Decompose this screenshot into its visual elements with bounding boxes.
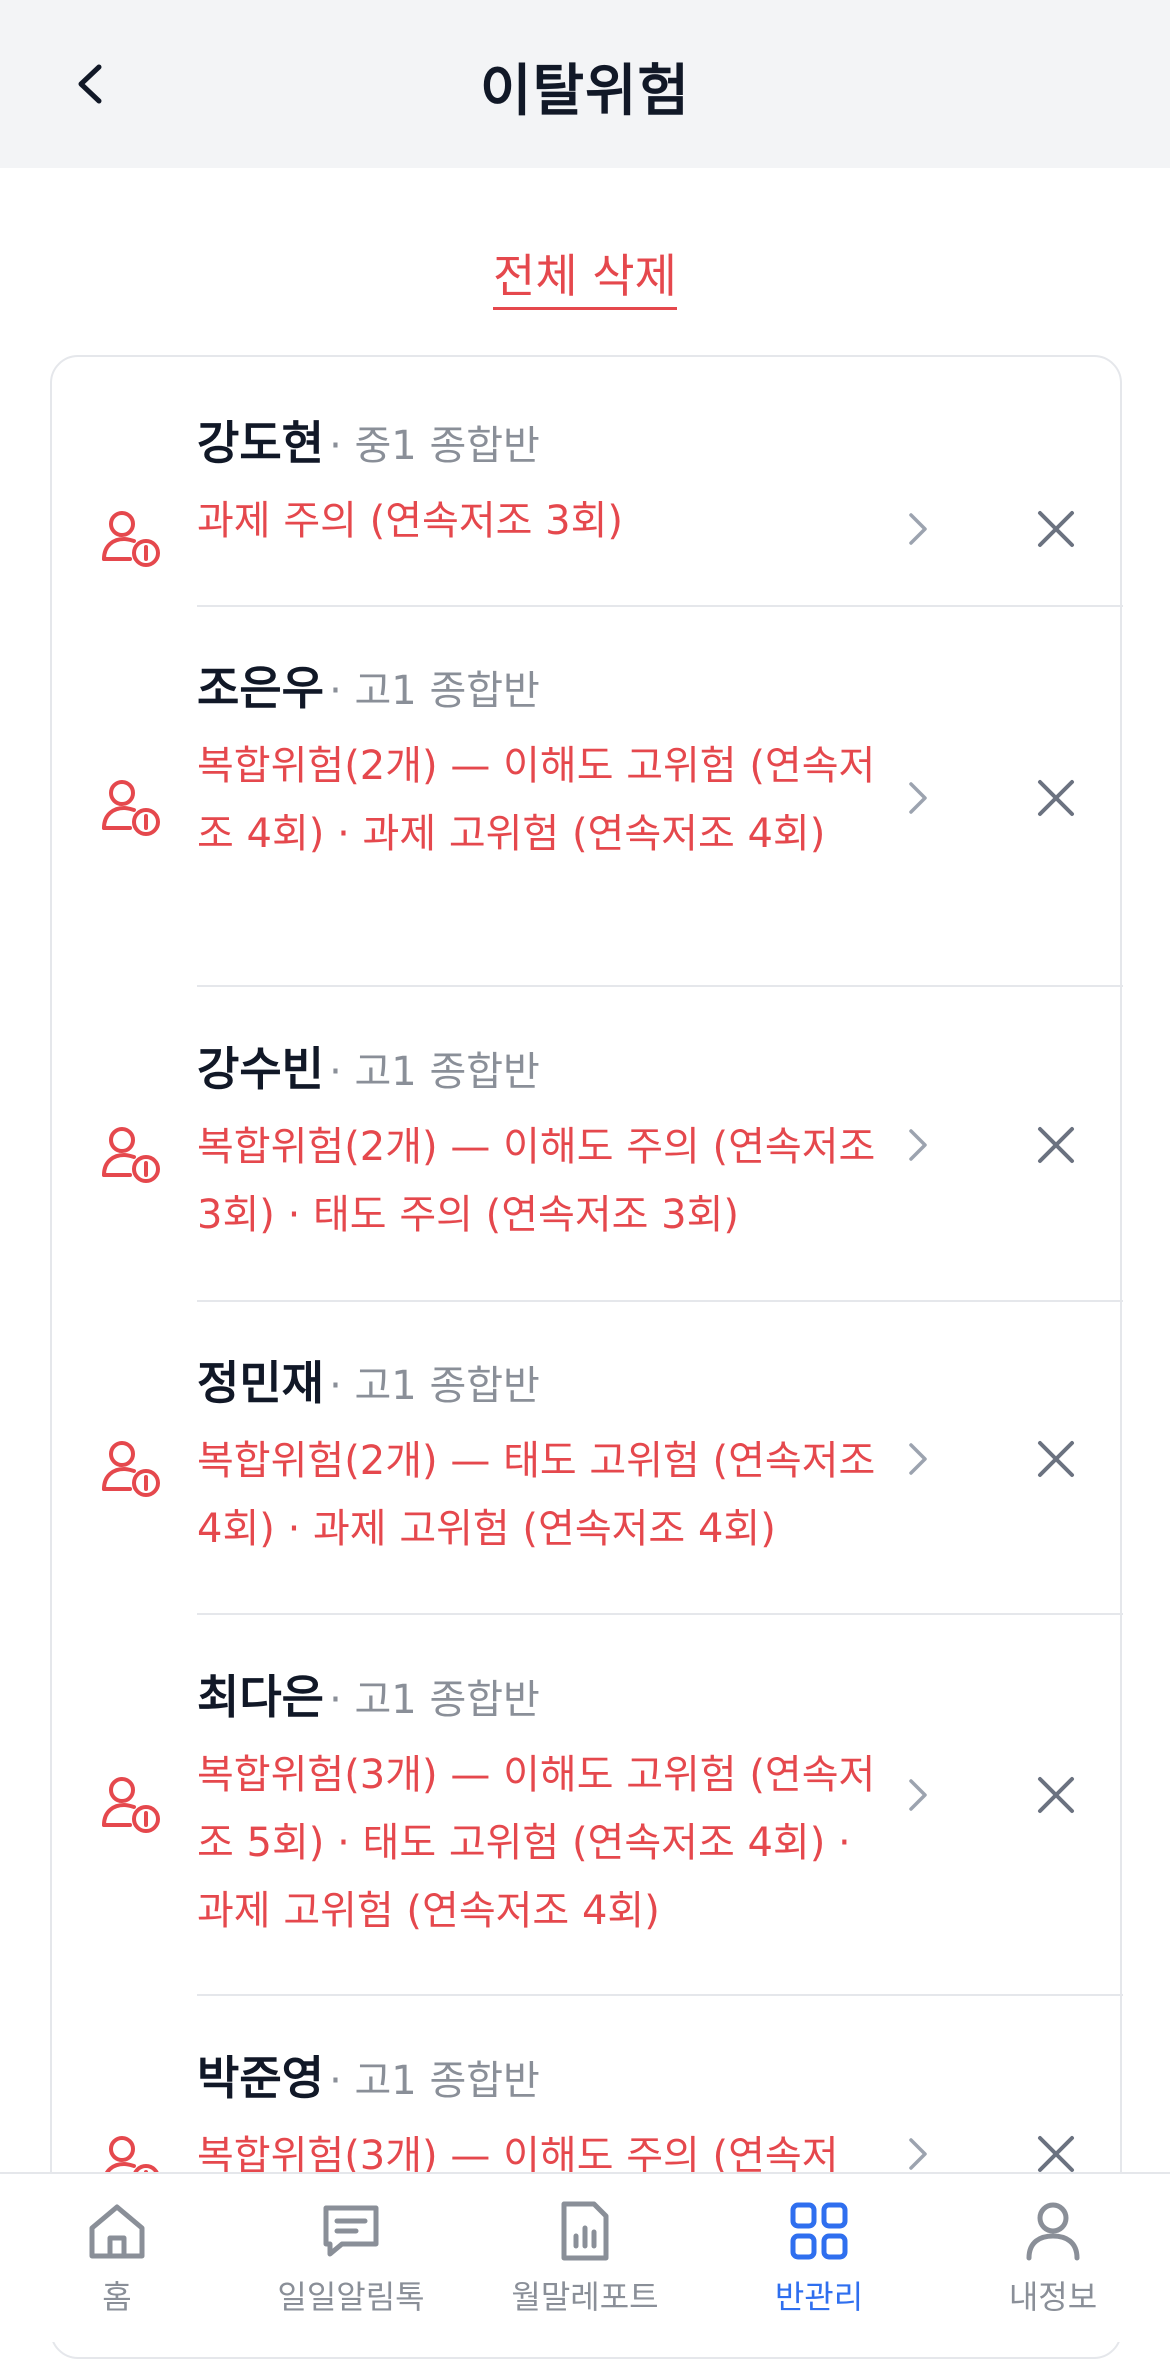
report-icon: [561, 2201, 609, 2261]
chevron-right-icon[interactable]: [897, 2134, 937, 2174]
close-icon[interactable]: [1032, 505, 1080, 553]
delete-all-button[interactable]: 전체 삭제: [493, 249, 677, 310]
student-class: · 고1 종합반: [329, 1049, 540, 1095]
close-icon[interactable]: [1032, 774, 1080, 822]
nav-label: 내정보: [1008, 2278, 1098, 2316]
student-name: 정민재: [197, 1356, 324, 1410]
person-alert-icon: [102, 1441, 160, 1497]
bottom-nav: 홈 일일알림톡 월말레포트 반관리 내정보: [0, 2172, 1170, 2342]
nav-label: 반관리: [774, 2278, 864, 2316]
nav-label: 일일알림톡: [277, 2278, 425, 2316]
chevron-right-icon[interactable]: [897, 1775, 937, 1815]
nav-item-daily-message[interactable]: 일일알림톡: [234, 2174, 468, 2342]
risk-list-card: 강도현 · 중1 종합반 과제 주의 (연속저조 3회) 조은우 · 고1 종합…: [50, 355, 1123, 2359]
student-name: 강도현: [197, 416, 324, 470]
risk-summary: 복합위험(3개) — 이해도 고위험 (연속저조 5회) · 태도 고위험 (연…: [197, 1752, 876, 1934]
student-name: 강수빈: [197, 1042, 324, 1096]
chevron-right-icon[interactable]: [897, 509, 937, 549]
risk-summary: 복합위험(2개) — 태도 고위험 (연속저조 4회) · 과제 고위험 (연속…: [197, 1438, 876, 1552]
nav-label: 홈: [102, 2278, 132, 2316]
risk-summary: 복합위험(2개) — 이해도 고위험 (연속저조 4회) · 과제 고위험 (연…: [197, 743, 876, 857]
page-title: 이탈위험: [479, 59, 691, 124]
person-alert-icon: [102, 1127, 160, 1183]
chevron-right-icon[interactable]: [897, 778, 937, 818]
close-icon[interactable]: [1032, 1771, 1080, 1819]
message-icon: [323, 2205, 379, 2257]
nav-label: 월말레포트: [511, 2278, 659, 2316]
chevron-right-icon[interactable]: [897, 1439, 937, 1479]
student-class: · 고1 종합반: [329, 1677, 540, 1723]
person-alert-icon: [102, 511, 160, 567]
nav-item-class-management[interactable]: 반관리: [702, 2174, 936, 2342]
student-class: · 고1 종합반: [329, 2058, 540, 2104]
student-class: · 중1 종합반: [329, 423, 540, 469]
person-alert-icon: [102, 780, 160, 836]
close-icon[interactable]: [1032, 1121, 1080, 1169]
divider: [197, 1994, 1123, 1996]
close-icon[interactable]: [1032, 1435, 1080, 1483]
nav-item-my-info[interactable]: 내정보: [936, 2174, 1170, 2342]
home-icon: [89, 2204, 145, 2259]
nav-item-home[interactable]: 홈: [0, 2174, 234, 2342]
chevron-right-icon[interactable]: [897, 1125, 937, 1165]
person-alert-icon: [102, 1777, 160, 1833]
risk-summary: 복합위험(2개) — 이해도 주의 (연속저조 3회) · 태도 주의 (연속저…: [197, 1124, 876, 1238]
divider: [197, 1613, 1123, 1615]
divider: [197, 1300, 1123, 1302]
student-name: 조은우: [197, 661, 324, 715]
student-name: 최다은: [197, 1670, 324, 1724]
user-icon: [1026, 2202, 1080, 2261]
student-name: 박준영: [197, 2051, 324, 2105]
student-class: · 고1 종합반: [329, 668, 540, 714]
grid-icon: [790, 2202, 848, 2260]
divider: [197, 605, 1123, 607]
nav-item-monthly-report[interactable]: 월말레포트: [468, 2174, 702, 2342]
close-icon[interactable]: [1032, 2130, 1080, 2178]
divider: [197, 985, 1123, 987]
student-class: · 고1 종합반: [329, 1363, 540, 1409]
top-bar: 이탈위험: [0, 0, 1170, 168]
risk-summary: 과제 주의 (연속저조 3회): [197, 498, 624, 544]
